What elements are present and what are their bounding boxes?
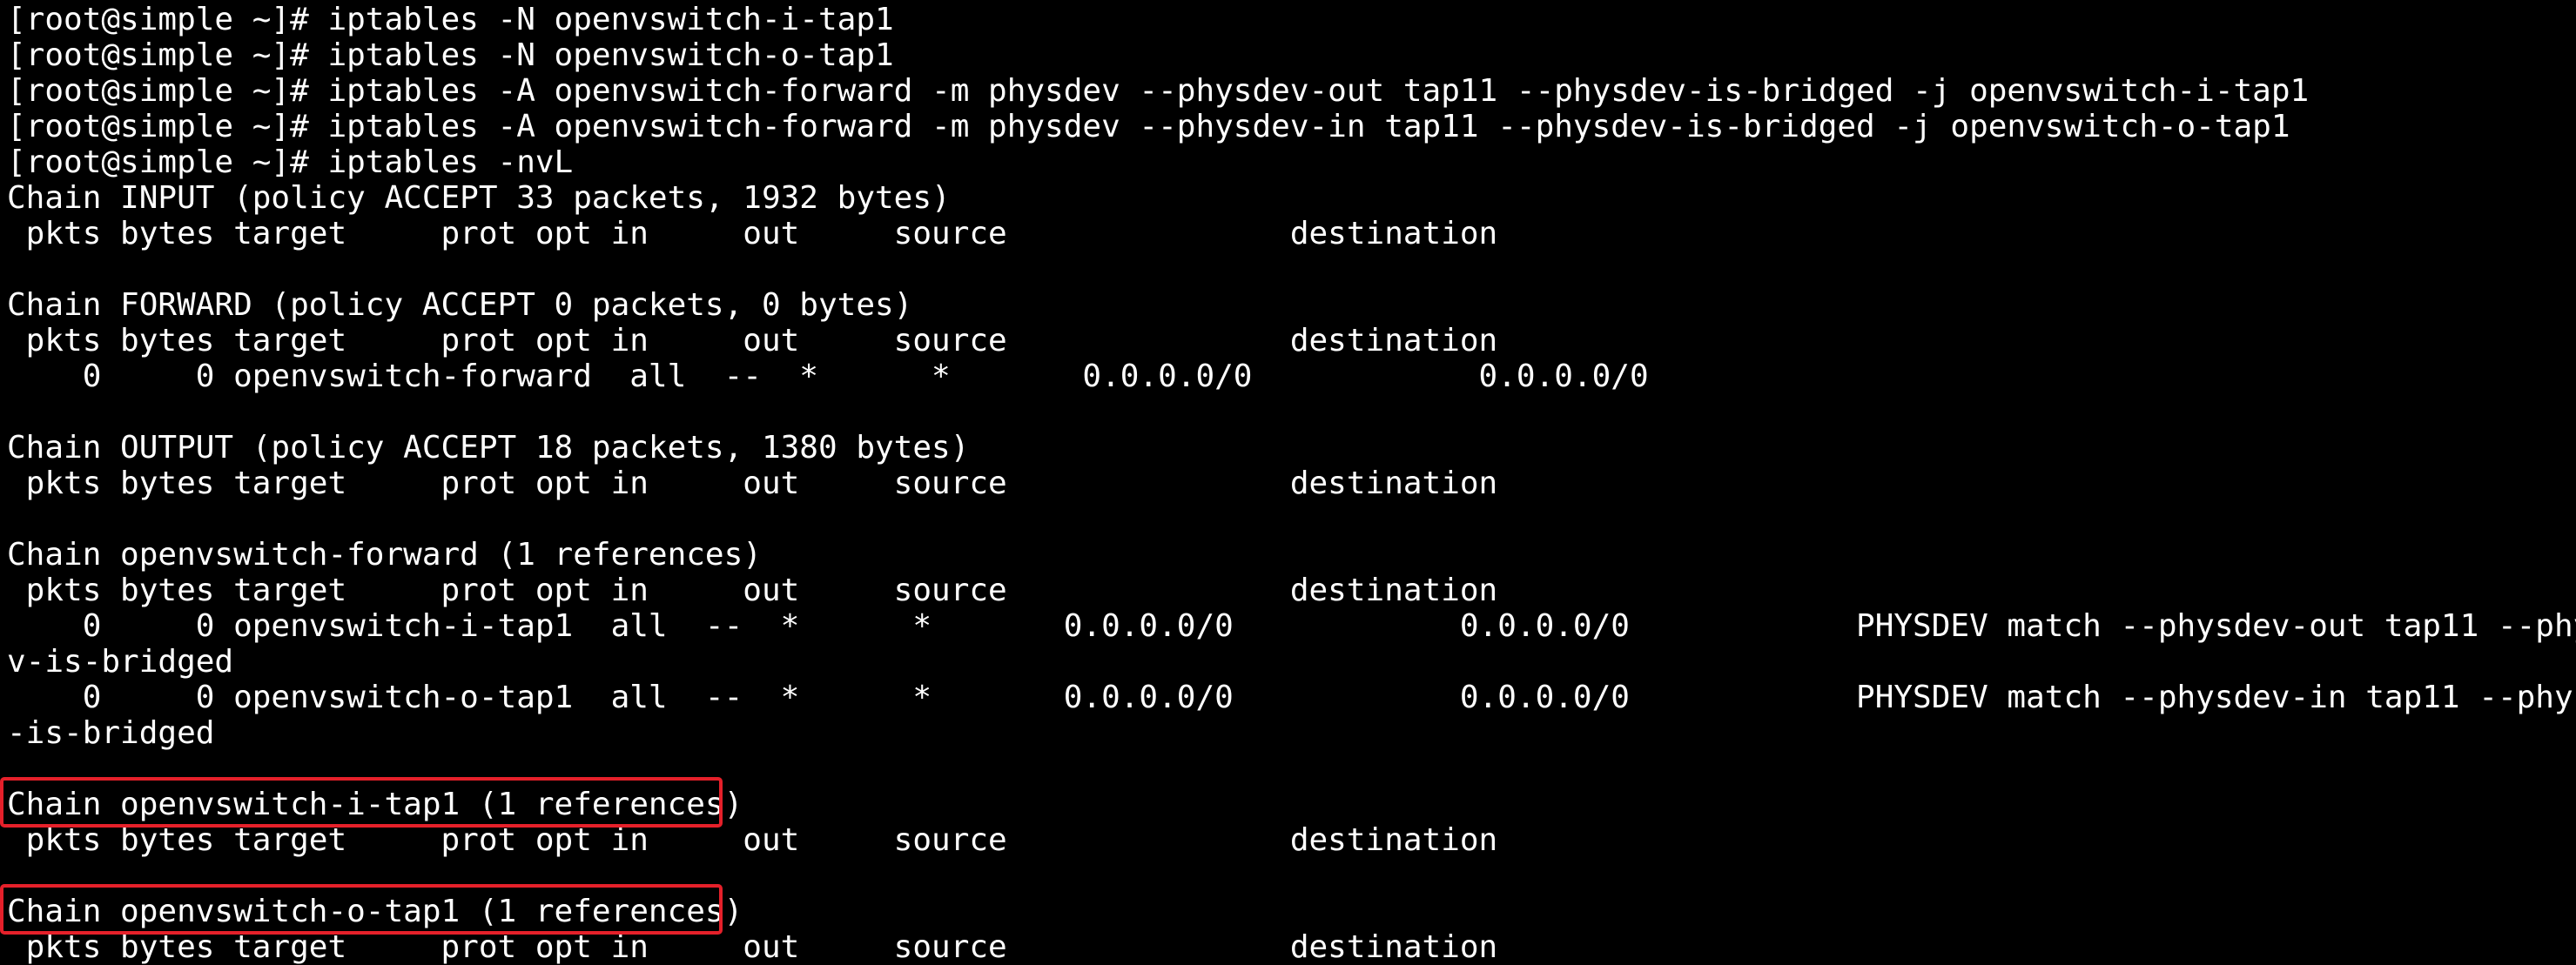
terminal-line: Chain OUTPUT (policy ACCEPT 18 packets, … [7,430,970,466]
terminal-line: Chain openvswitch-forward (1 references) [7,537,762,573]
terminal-line: 0 0 openvswitch-i-tap1 all -- * * 0.0.0.… [7,608,2576,644]
terminal-line: Chain FORWARD (policy ACCEPT 0 packets, … [7,287,913,323]
terminal-line: pkts bytes target prot opt in out source… [7,929,1498,965]
terminal-line: [root@simple ~]# iptables -A openvswitch… [7,109,2290,144]
highlight-box-chain-i-tap1 [0,777,723,828]
terminal-line: pkts bytes target prot opt in out source… [7,573,1498,608]
terminal-line: pkts bytes target prot opt in out source… [7,466,1498,501]
terminal-line: v-is-bridged [7,644,234,680]
terminal-line: [root@simple ~]# iptables -A openvswitch… [7,73,2310,109]
terminal-line: [root@simple ~]# iptables -N openvswitch… [7,37,894,73]
terminal-line: 0 0 openvswitch-o-tap1 all -- * * 0.0.0.… [7,680,2576,715]
terminal-line: Chain INPUT (policy ACCEPT 33 packets, 1… [7,180,951,216]
terminal-line: pkts bytes target prot opt in out source… [7,216,1498,251]
highlight-box-chain-o-tap1 [0,884,723,935]
terminal-line: [root@simple ~]# iptables -nvL [7,144,574,180]
terminal-line: pkts bytes target prot opt in out source… [7,323,1498,359]
terminal-window[interactable]: [root@simple ~]# iptables -N openvswitch… [0,0,2576,965]
terminal-line: 0 0 openvswitch-forward all -- * * 0.0.0… [7,359,1649,394]
terminal-line: -is-bridged [7,715,215,751]
terminal-line: [root@simple ~]# iptables -N openvswitch… [7,2,894,37]
terminal-line: pkts bytes target prot opt in out source… [7,822,1498,858]
